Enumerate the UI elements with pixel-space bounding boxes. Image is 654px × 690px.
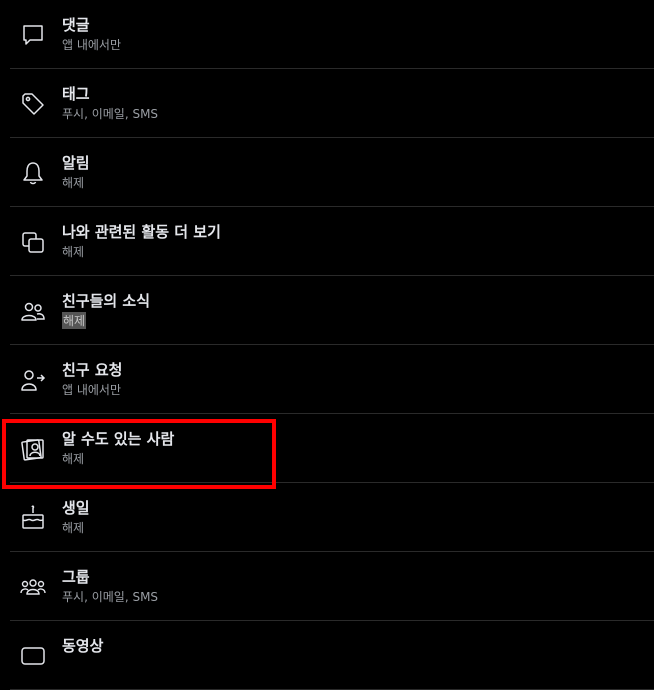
setting-row-tags[interactable]: 태그 푸시, 이메일, SMS [10,69,654,138]
setting-title: 친구들의 소식 [62,292,151,310]
setting-subtitle: 앱 내에서만 [62,38,122,52]
notification-settings-list: 댓글 앱 내에서만 태그 푸시, 이메일, SMS 알림 해제 나와 관련된 활… [10,0,654,690]
setting-title: 그룹 [62,568,90,586]
setting-row-friend-requests[interactable]: 친구 요청 앱 내에서만 [10,345,654,414]
setting-title: 알 수도 있는 사람 [62,430,175,448]
setting-subtitle: 해제 [62,176,85,190]
friends-icon [20,298,46,324]
setting-subtitle: 해제 [62,245,85,259]
setting-row-groups[interactable]: 그룹 푸시, 이메일, SMS [10,552,654,621]
setting-title: 나와 관련된 활동 더 보기 [62,223,221,241]
setting-title: 동영상 [62,637,104,655]
setting-subtitle: 해제 [62,521,85,535]
bell-icon [20,160,46,186]
setting-title: 친구 요청 [62,361,123,379]
video-icon [20,643,46,669]
setting-subtitle: 해제 [62,312,87,329]
friend-request-icon [20,367,46,393]
setting-subtitle: 해제 [62,452,85,466]
groups-icon [20,574,46,600]
setting-subtitle: 앱 내에서만 [62,383,122,397]
people-you-may-know-icon [20,436,46,462]
setting-row-people-you-may-know[interactable]: 알 수도 있는 사람 해제 [10,414,654,483]
setting-subtitle: 푸시, 이메일, SMS [62,107,159,121]
setting-row-more-activity[interactable]: 나와 관련된 활동 더 보기 해제 [10,207,654,276]
setting-title: 댓글 [62,16,90,34]
tag-icon [20,91,46,117]
birthday-cake-icon [20,505,46,531]
comment-icon [20,22,46,48]
setting-row-reminders[interactable]: 알림 해제 [10,138,654,207]
setting-row-friend-updates[interactable]: 친구들의 소식 해제 [10,276,654,345]
setting-subtitle: 푸시, 이메일, SMS [62,590,159,604]
setting-row-video[interactable]: 동영상 [10,621,654,690]
setting-row-birthdays[interactable]: 생일 해제 [10,483,654,552]
setting-title: 생일 [62,499,90,517]
setting-title: 알림 [62,154,90,172]
stack-icon [20,229,46,255]
setting-row-comments[interactable]: 댓글 앱 내에서만 [10,0,654,69]
setting-title: 태그 [62,85,90,103]
